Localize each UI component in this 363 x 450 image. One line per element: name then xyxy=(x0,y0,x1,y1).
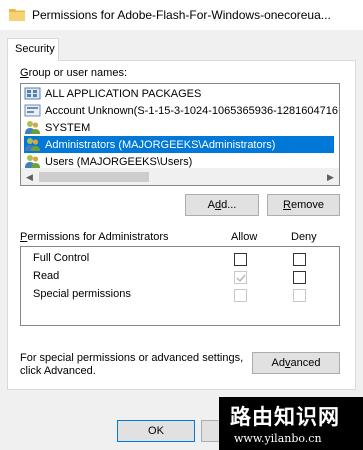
allow-header: Allow xyxy=(231,231,258,243)
permission-name: Special permissions xyxy=(33,288,131,300)
users-group-icon xyxy=(25,121,40,134)
users-group-icon xyxy=(25,155,40,168)
allow-read-checkbox[interactable] xyxy=(234,271,247,284)
group-or-user-label: Group or user names: xyxy=(20,67,127,79)
table-row: Special permissions xyxy=(21,286,339,304)
permission-name: Full Control xyxy=(33,252,90,264)
permissions-table: Full Control Read Special permissions xyxy=(20,246,340,326)
group-user-listbox[interactable]: ALL APPLICATION PACKAGES Account Unknown… xyxy=(20,83,340,186)
remove-button[interactable]: Remove xyxy=(267,194,340,216)
list-item[interactable]: SYSTEM xyxy=(24,119,334,136)
list-item[interactable]: Administrators (MAJORGEEKS\Administrator… xyxy=(24,136,334,153)
table-row: Full Control xyxy=(21,250,339,268)
allow-special-permissions-checkbox[interactable] xyxy=(234,289,247,302)
package-group-icon xyxy=(24,87,41,100)
scroll-right-icon[interactable]: ▶ xyxy=(322,169,339,185)
deny-special-permissions-checkbox[interactable] xyxy=(293,289,306,302)
permission-name: Read xyxy=(33,270,60,282)
users-group-icon xyxy=(25,138,40,151)
tab-security[interactable]: Security xyxy=(7,38,59,61)
ok-button[interactable]: OK xyxy=(117,420,195,442)
advanced-button[interactable]: Ad v anced xyxy=(252,352,340,374)
deny-header: Deny xyxy=(291,231,317,243)
unknown-account-icon xyxy=(24,104,41,117)
check-icon xyxy=(236,274,246,283)
permissions-for-label: Permissions for Administrators xyxy=(20,231,169,243)
list-item[interactable]: Account Unknown(S-1-15-3-1024-1065365936… xyxy=(24,102,338,119)
window-title: Permissions for Adobe-Flash-For-Windows-… xyxy=(32,8,331,22)
allow-full-control-checkbox[interactable] xyxy=(234,253,247,266)
watermark: 路由知识网 www.yilanbo.cn xyxy=(219,397,363,450)
watermark-url: www.yilanbo.cn xyxy=(234,432,322,445)
horizontal-scrollbar[interactable]: ◀ ▶ xyxy=(21,168,339,185)
title-bar: Permissions for Adobe-Flash-For-Windows-… xyxy=(0,0,363,30)
advanced-hint-line2: click Advanced. xyxy=(20,365,96,377)
table-row: Read xyxy=(21,268,339,286)
scroll-thumb[interactable] xyxy=(39,172,149,182)
scroll-left-icon[interactable]: ◀ xyxy=(21,169,38,185)
list-item[interactable]: ALL APPLICATION PACKAGES xyxy=(24,85,334,102)
watermark-title: 路由知识网 xyxy=(230,406,340,429)
folder-icon xyxy=(9,9,25,21)
deny-full-control-checkbox[interactable] xyxy=(293,253,306,266)
deny-read-checkbox[interactable] xyxy=(293,271,306,284)
add-button[interactable]: Ad d... xyxy=(185,194,259,216)
advanced-hint-line1: For special permissions or advanced sett… xyxy=(20,352,244,364)
